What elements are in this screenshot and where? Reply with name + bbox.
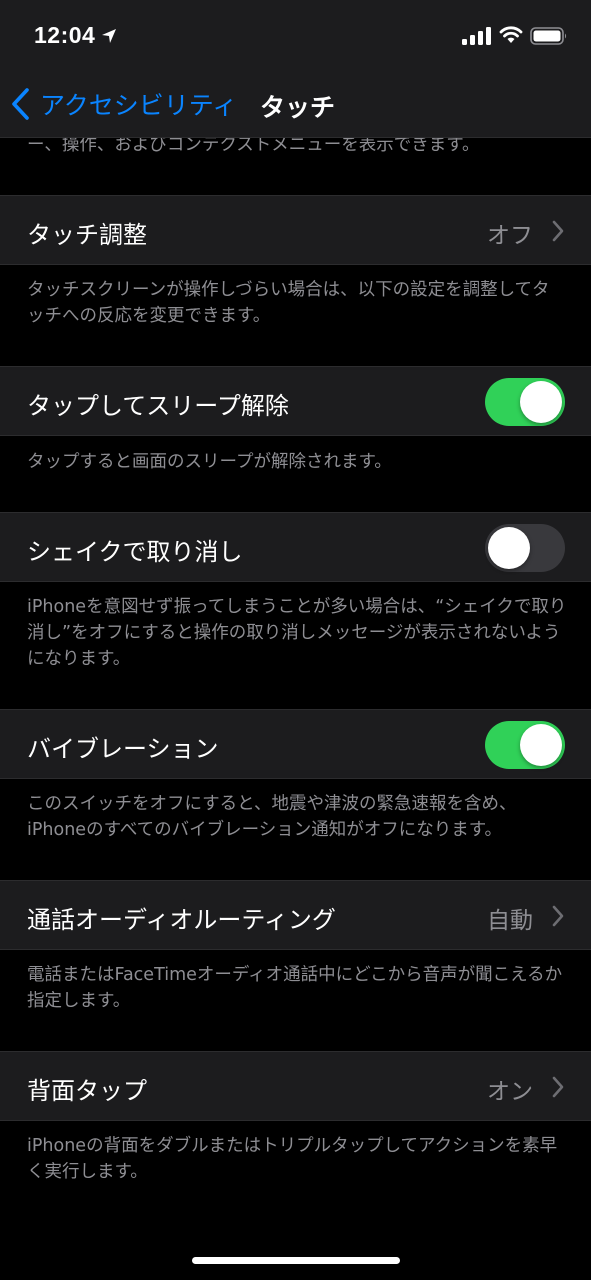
vibration-toggle[interactable] — [485, 721, 565, 769]
row-value: オフ — [487, 223, 533, 249]
section-footer: iPhoneを意図せず振ってしまうことが多い場合は、“シェイクで取り消し”をオフ… — [27, 597, 567, 669]
settings-list[interactable]: ー、操作、およびコンテクストメニューを表示できます。 タッチ調整 オフ タッチス… — [0, 0, 591, 1280]
chevron-right-icon — [552, 1076, 564, 1098]
row-label: タップしてスリープ解除 — [27, 392, 289, 420]
status-time: 12:04 — [34, 22, 96, 48]
row-label: シェイクで取り消し — [27, 538, 243, 566]
page-title: タッチ — [260, 93, 336, 122]
toggle-knob — [488, 527, 530, 569]
section-footer: タッチスクリーンが操作しづらい場合は、以下の設定を調整してタッチへの反応を変更で… — [27, 280, 550, 326]
section-footer: 電話またはFaceTimeオーディオ通話中にどこから音声が聞こえるか指定します。 — [27, 965, 563, 1011]
row-tap-to-wake: タップしてスリープ解除 — [0, 366, 591, 436]
row-back-tap[interactable]: 背面タップ オン — [0, 1051, 591, 1121]
row-label: バイブレーション — [27, 735, 219, 763]
row-call-audio-routing[interactable]: 通話オーディオルーティング 自動 — [0, 880, 591, 950]
location-arrow-icon — [102, 29, 116, 43]
toggle-knob — [520, 381, 562, 423]
section-footer: タップすると画面のスリープが解除されます。 — [27, 452, 392, 472]
navigation-bar: アクセシビリティ タッチ — [0, 70, 591, 138]
back-button[interactable]: アクセシビリティ — [10, 84, 237, 124]
settings-screen: ー、操作、およびコンテクストメニューを表示できます。 タッチ調整 オフ タッチス… — [0, 0, 591, 1280]
row-value: 自動 — [487, 908, 533, 934]
shake-to-undo-toggle[interactable] — [485, 524, 565, 572]
section-footer: iPhoneの背面をダブルまたはトリプルタップしてアクションを素早く実行します。 — [27, 1136, 558, 1182]
row-vibration: バイブレーション — [0, 709, 591, 779]
row-shake-to-undo: シェイクで取り消し — [0, 512, 591, 582]
chevron-right-icon — [552, 220, 564, 242]
home-indicator[interactable] — [192, 1257, 400, 1264]
row-label: 通話オーディオルーティング — [27, 906, 336, 934]
chevron-left-icon — [12, 88, 29, 120]
cellular-signal-icon — [462, 27, 491, 45]
wifi-icon — [499, 26, 523, 43]
back-button-label: アクセシビリティ — [40, 91, 238, 120]
row-label: 背面タップ — [27, 1077, 147, 1105]
toggle-knob — [520, 724, 562, 766]
row-touch-accommodations[interactable]: タッチ調整 オフ — [0, 195, 591, 265]
section-footer: このスイッチをオフにすると、地震や津波の緊急速報を含め、iPhoneのすべてのバ… — [27, 794, 517, 840]
battery-icon — [530, 27, 567, 45]
chevron-right-icon — [552, 905, 564, 927]
status-bar: 12:04 — [0, 0, 591, 70]
tap-to-wake-toggle[interactable] — [485, 378, 565, 426]
row-value: オン — [487, 1079, 533, 1105]
row-label: タッチ調整 — [27, 221, 147, 249]
